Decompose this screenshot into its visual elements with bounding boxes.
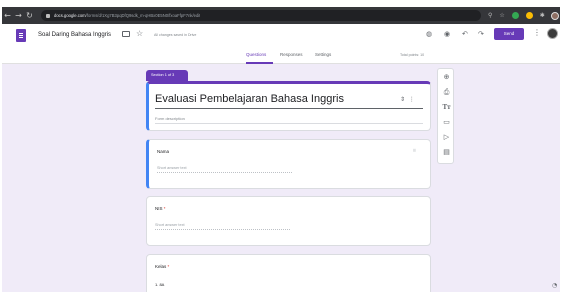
form-tabs: Questions Responses Settings Total point… (2, 52, 560, 64)
required-mark: * (163, 206, 166, 211)
document-title[interactable]: Soal Daring Bahasa Inggris (38, 32, 111, 38)
add-video-icon[interactable]: ▷ (438, 133, 455, 141)
undo-icon[interactable]: ↶ (462, 30, 468, 38)
question-card-nama[interactable]: Nama ⠿ Short answer text (146, 139, 431, 189)
back-icon[interactable]: ← (2, 11, 13, 20)
star-icon[interactable]: ☆ (136, 29, 143, 38)
tab-responses[interactable]: Responses (280, 52, 303, 57)
forward-icon[interactable]: → (13, 11, 24, 20)
more-vert-icon[interactable]: ⋮ (533, 28, 541, 37)
answer-underline (155, 229, 290, 230)
browser-profile-avatar[interactable] (550, 11, 559, 20)
dropdown-option: 1. 8A (155, 282, 165, 287)
help-icon[interactable]: ◔ (552, 282, 557, 289)
section-label: Section 1 of 3 (146, 70, 188, 81)
add-title-icon[interactable]: Tт (438, 103, 455, 111)
total-points: Total points: 10 (400, 53, 425, 57)
tab-questions[interactable]: Questions (246, 52, 266, 57)
short-answer-placeholder: Short answer text (155, 223, 185, 227)
address-bar[interactable]: docs.google.com/forms/d/1Xg7B3pqDfQ9sdk_… (41, 10, 481, 21)
url-text: docs.google.com/forms/d/1Xg7B3pqDfQ9sdk_… (54, 13, 201, 18)
required-mark: * (167, 264, 170, 269)
short-answer-placeholder: Short answer text (157, 166, 187, 170)
send-button[interactable]: Send (494, 28, 524, 40)
collapse-icon[interactable]: ⇕ ⋮ (400, 96, 415, 103)
forms-logo-icon[interactable] (16, 29, 26, 42)
question-toolbar: ⊕ ⎙ Tт ▭ ▷ ▤ (437, 68, 454, 164)
question-title[interactable]: NIS * (155, 206, 166, 211)
description-underline (155, 123, 423, 124)
browser-toolbar: ← → ↻ docs.google.com/forms/d/1Xg7B3pqDf… (2, 7, 560, 24)
answer-underline (157, 172, 292, 173)
bookmark-star-icon[interactable]: ☆ (499, 12, 504, 19)
question-title[interactable]: Nama (157, 149, 169, 154)
title-underline (155, 108, 423, 109)
preview-icon[interactable]: ◉ (444, 30, 450, 38)
folder-icon[interactable] (122, 31, 130, 37)
drag-handle-icon[interactable]: ⠿ (413, 148, 416, 153)
add-image-icon[interactable]: ▭ (438, 118, 455, 126)
palette-icon[interactable]: ◍ (426, 30, 432, 38)
extension-icon[interactable] (525, 12, 533, 19)
extensions-puzzle-icon[interactable]: ✱ (540, 12, 545, 19)
redo-icon[interactable]: ↷ (478, 30, 484, 38)
tab-settings[interactable]: Settings (315, 52, 331, 57)
save-status: All changes saved in Drive (154, 33, 197, 37)
form-description-input[interactable]: Form description (155, 116, 185, 121)
reload-icon[interactable]: ↻ (24, 11, 35, 20)
form-title[interactable]: Evaluasi Pembelajaran Bahasa Inggris (155, 93, 344, 105)
question-card-kelas[interactable]: Kelas * 1. 8A (146, 254, 431, 292)
search-icon[interactable]: ⚲ (488, 12, 492, 19)
form-title-card[interactable]: Evaluasi Pembelajaran Bahasa Inggris ⇕ ⋮… (146, 81, 431, 131)
avatar[interactable] (547, 28, 558, 39)
lock-icon (46, 13, 50, 18)
add-section-icon[interactable]: ▤ (438, 148, 455, 156)
question-card-nis[interactable]: NIS * Short answer text (146, 196, 431, 246)
extension-icon[interactable] (511, 12, 519, 19)
add-question-icon[interactable]: ⊕ (438, 73, 455, 81)
forms-header: Soal Daring Bahasa Inggris ☆ All changes… (2, 24, 560, 64)
question-title[interactable]: Kelas * (155, 264, 169, 269)
import-questions-icon[interactable]: ⎙ (438, 88, 455, 97)
